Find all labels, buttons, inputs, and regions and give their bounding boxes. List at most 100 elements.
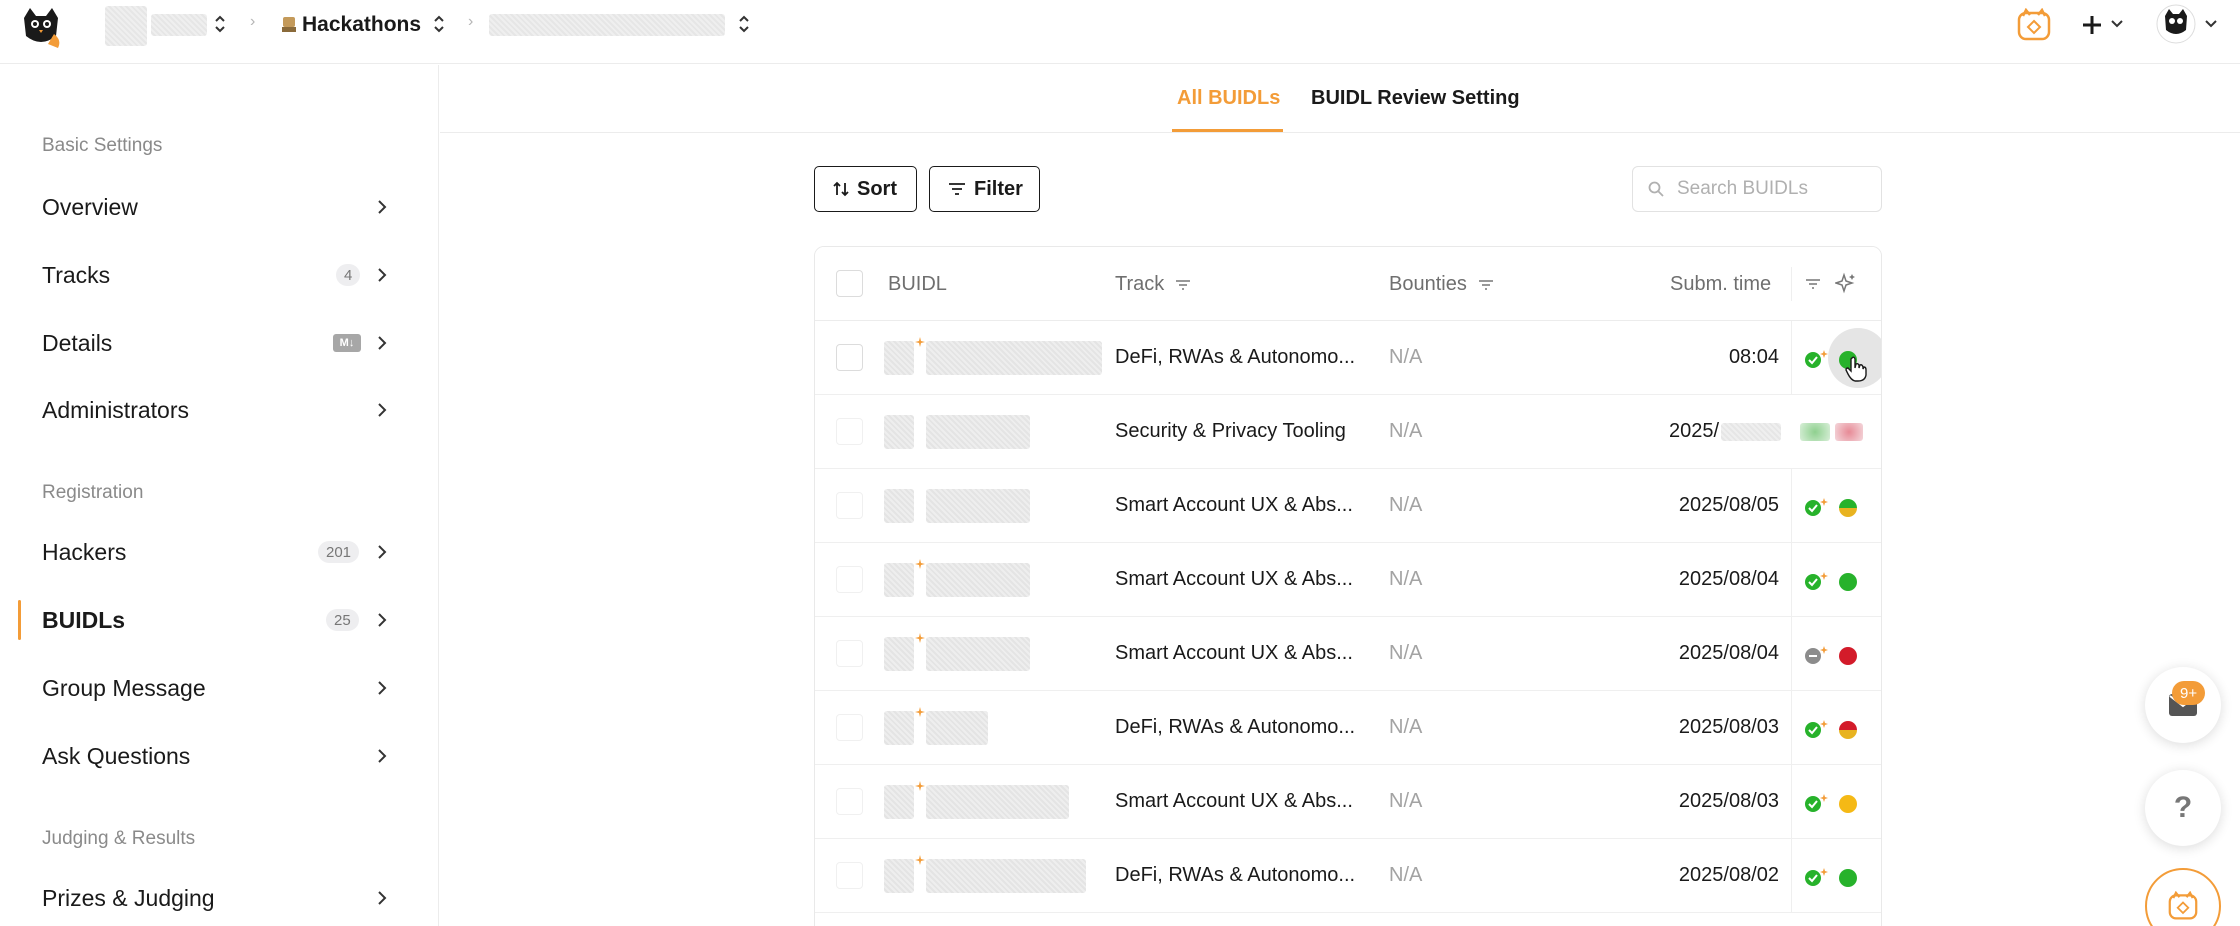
- cat-assistant-button[interactable]: [2145, 868, 2221, 926]
- sidebar-item-hackers[interactable]: Hackers 201: [0, 524, 438, 580]
- sort-button[interactable]: Sort: [814, 166, 917, 212]
- check-circle-icon[interactable]: [1804, 719, 1830, 739]
- new-star-icon: [915, 633, 925, 643]
- filter-icon[interactable]: [1477, 279, 1495, 291]
- submission-time-cell: 2025/08/02: [1678, 864, 1779, 886]
- chevron-updown-icon[interactable]: [432, 13, 446, 35]
- table-row[interactable]: Security & Privacy Tooling N/A 2025/: [815, 395, 1881, 469]
- check-circle-icon[interactable]: [1804, 571, 1830, 591]
- bounties-cell: N/A: [1389, 716, 1423, 738]
- sidebar-item-label: Ask Questions: [42, 742, 191, 769]
- sidebar-item-ask-questions[interactable]: Ask Questions: [0, 728, 438, 784]
- breadcrumb-org-name-blurred[interactable]: [151, 14, 207, 36]
- status-dot[interactable]: [1839, 721, 1857, 739]
- buidl-logo-blurred: [884, 785, 914, 819]
- table-row[interactable]: DeFi, RWAs & Autonomo... N/A 2025/08/03: [815, 691, 1881, 765]
- track-cell: DeFi, RWAs & Autonomo...: [1115, 716, 1356, 738]
- status-dot[interactable]: [1839, 869, 1857, 887]
- bounties-cell: N/A: [1389, 420, 1423, 442]
- table-row[interactable]: Smart Account UX & Abs... N/A 2025/08/04: [815, 617, 1881, 691]
- count-badge: 4: [336, 264, 361, 286]
- row-checkbox[interactable]: [836, 788, 863, 815]
- breadcrumb-separator: ›: [468, 13, 474, 30]
- sidebar-item-overview[interactable]: Overview: [0, 179, 438, 235]
- table-row[interactable]: Smart Account UX & Abs... N/A 2025/08/05: [815, 469, 1881, 543]
- help-button[interactable]: ?: [2145, 770, 2221, 846]
- filter-button[interactable]: Filter: [929, 166, 1040, 212]
- buidl-name-blurred[interactable]: [926, 859, 1086, 893]
- sidebar-item-details[interactable]: Details M↓: [0, 315, 438, 371]
- column-divider: [1791, 691, 1792, 765]
- filter-icon[interactable]: [1174, 279, 1192, 291]
- check-circle-icon[interactable]: [1804, 793, 1830, 813]
- search-box[interactable]: [1632, 166, 1882, 212]
- new-star-icon: [915, 559, 925, 569]
- buidls-table: BUIDL Track Bounties Subm. time DeFi, RW…: [814, 246, 1882, 926]
- status-dot[interactable]: [1839, 795, 1857, 813]
- submission-time-cell: 08:04: [1728, 346, 1779, 368]
- cat-badge-icon[interactable]: [2016, 8, 2052, 42]
- buidl-logo-blurred: [884, 711, 914, 745]
- submission-time-cell: 2025/: [1669, 420, 1720, 442]
- sidebar-item-buidls[interactable]: BUIDLs 25: [0, 592, 438, 648]
- tab-bar: All BUIDLs BUIDL Review Setting: [440, 65, 2240, 133]
- row-checkbox[interactable]: [836, 714, 863, 741]
- submission-time-cell: 2025/08/05: [1678, 494, 1779, 516]
- avatar[interactable]: [2156, 4, 2196, 44]
- chevron-down-icon[interactable]: [2110, 18, 2124, 30]
- row-checkbox[interactable]: [836, 862, 863, 889]
- sidebar-item-prizes-judging[interactable]: Prizes & Judging: [0, 870, 438, 926]
- table-row[interactable]: DeFi, RWAs & Autonomo... N/A 08:04: [815, 321, 1881, 395]
- sidebar-item-administrators[interactable]: Administrators: [0, 382, 438, 438]
- buidl-name-blurred[interactable]: [926, 637, 1030, 671]
- section-title-judging-results: Judging & Results: [42, 828, 196, 849]
- table-row[interactable]: Smart Account UX & Abs... N/A 2025/08/04: [815, 543, 1881, 617]
- chevron-updown-icon[interactable]: [213, 13, 227, 35]
- logo-icon[interactable]: [18, 4, 64, 50]
- tab-all-buidls[interactable]: All BUIDLs: [1177, 87, 1280, 110]
- chevron-updown-icon[interactable]: [737, 13, 751, 35]
- sidebar-item-label: BUIDLs: [42, 606, 126, 633]
- breadcrumb-event-blurred[interactable]: [489, 14, 725, 36]
- breadcrumb-org-blurred[interactable]: [105, 6, 147, 46]
- status-dot-blurred: [1835, 423, 1863, 441]
- minus-circle-icon[interactable]: [1804, 645, 1830, 665]
- status-dot[interactable]: [1839, 647, 1857, 665]
- count-badge: 25: [326, 609, 359, 631]
- table-row[interactable]: Smart Account UX & Abs... N/A 2025/08/03: [815, 765, 1881, 839]
- sidebar-item-tracks[interactable]: Tracks 4: [0, 247, 438, 303]
- status-dot[interactable]: [1839, 499, 1857, 517]
- sidebar-item-group-message[interactable]: Group Message: [0, 660, 438, 716]
- sparkle-icon[interactable]: [1835, 272, 1857, 294]
- status-dot[interactable]: [1839, 573, 1857, 591]
- buidl-name-blurred[interactable]: [926, 415, 1030, 449]
- plus-icon[interactable]: [2080, 13, 2104, 37]
- check-circle-icon[interactable]: [1804, 349, 1830, 369]
- chevron-down-icon[interactable]: [2204, 18, 2218, 30]
- check-circle-icon[interactable]: [1804, 497, 1830, 517]
- submission-time-cell: 2025/08/03: [1678, 790, 1779, 812]
- check-circle-icon[interactable]: [1804, 867, 1830, 887]
- filter-icon[interactable]: [1804, 278, 1822, 290]
- row-checkbox[interactable]: [836, 344, 863, 371]
- buidl-logo-blurred: [884, 415, 914, 449]
- row-checkbox[interactable]: [836, 492, 863, 519]
- buidl-name-blurred[interactable]: [926, 341, 1102, 375]
- column-header-track[interactable]: Track: [1115, 273, 1192, 296]
- messages-button[interactable]: [2145, 667, 2221, 743]
- search-input[interactable]: [1677, 178, 1877, 200]
- select-all-checkbox[interactable]: [836, 270, 863, 297]
- table-row[interactable]: DeFi, RWAs & Autonomo... N/A 2025/08/02: [815, 839, 1881, 913]
- buidl-name-blurred[interactable]: [926, 563, 1030, 597]
- tab-buidl-review-setting[interactable]: BUIDL Review Setting: [1311, 87, 1520, 110]
- column-header-subm-time[interactable]: Subm. time: [1670, 273, 1771, 296]
- column-header-bounties[interactable]: Bounties: [1389, 273, 1495, 296]
- breadcrumb-project[interactable]: Hackathons: [302, 13, 421, 37]
- buidl-name-blurred[interactable]: [926, 489, 1030, 523]
- buidl-name-blurred[interactable]: [926, 711, 988, 745]
- row-checkbox[interactable]: [836, 566, 863, 593]
- buidl-name-blurred[interactable]: [926, 785, 1069, 819]
- chevron-right-icon: [378, 681, 387, 695]
- row-checkbox[interactable]: [836, 418, 863, 445]
- row-checkbox[interactable]: [836, 640, 863, 667]
